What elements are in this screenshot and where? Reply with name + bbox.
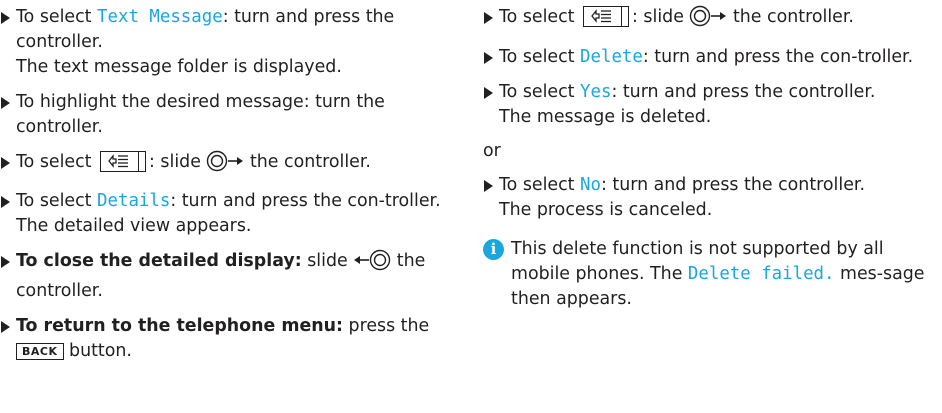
step-select-no: To select No: turn and press the control…	[483, 173, 942, 223]
step-highlight-message: To highlight the desired message: turn t…	[0, 90, 466, 140]
left-column: To select Text Message : turn and press t…	[0, 5, 466, 364]
step-text: To select	[499, 47, 581, 67]
step-result: The text message folder is displayed.	[16, 57, 342, 77]
term-delete-failed: Delete failed.	[687, 264, 835, 284]
step-select-delete: To select Delete: turn and press the con…	[483, 45, 942, 70]
menu-key-icon	[100, 151, 147, 172]
step-select-menu: To select : slide the controller.	[483, 5, 942, 35]
step-text: the controller.	[244, 152, 371, 172]
info-note: i This delete function is not supported …	[483, 237, 942, 312]
term-delete: Delete	[580, 47, 643, 67]
term-yes: Yes	[580, 82, 612, 102]
step-select-yes: To select Yes: turn and press the contro…	[483, 80, 942, 130]
step-text: : turn and press the con-troller.	[170, 191, 441, 211]
step-text: To highlight the desired message: turn t…	[16, 92, 385, 137]
step-text: : slide	[632, 7, 690, 27]
step-select-details: To select Details: turn and press the co…	[0, 189, 466, 239]
step-text: To select	[499, 82, 581, 102]
step-text: To select	[499, 175, 581, 195]
step-text: : turn and press the controller.	[611, 82, 876, 102]
step-text: button.	[63, 341, 132, 361]
term-no: No	[580, 175, 601, 195]
controller-slide-right-icon	[689, 5, 727, 35]
step-text: To select	[16, 7, 98, 27]
step-heading: To return to the telephone menu:	[16, 316, 343, 336]
step-text: To select	[16, 191, 98, 211]
step-text: To select	[16, 152, 98, 172]
step-text: press the	[343, 316, 430, 336]
step-text: : turn and press the controller.	[601, 175, 865, 195]
menu-key-icon	[583, 6, 630, 27]
step-select-menu: To select : slide the controller.	[0, 150, 466, 180]
term-text-message: Text Message	[97, 7, 223, 27]
step-text: : slide	[149, 152, 207, 172]
step-result: The process is canceled.	[499, 200, 713, 220]
step-result: The message is deleted.	[499, 107, 712, 127]
step-result: The detailed view appears.	[16, 216, 252, 236]
step-text: the controller.	[727, 7, 854, 27]
step-select-text-message: To select Text Message: turn and press t…	[0, 5, 466, 80]
controller-slide-right-icon	[206, 150, 244, 180]
step-text: : turn and press the con-troller.	[642, 47, 914, 67]
term-details: Details	[97, 191, 171, 211]
info-icon: i	[483, 239, 504, 260]
right-column: To select : slide the controller. To sel…	[483, 5, 942, 312]
step-text: slide	[301, 251, 354, 271]
step-text: To select	[499, 7, 581, 27]
or-separator: or	[483, 141, 501, 161]
step-close-detailed-display: To close the detailed display: slide the…	[0, 249, 466, 304]
step-heading: To close the detailed display:	[16, 251, 302, 271]
controller-slide-left-icon	[353, 249, 391, 279]
step-return-telephone-menu: To return to the telephone menu: press t…	[0, 314, 466, 364]
back-key-icon: BACK	[16, 343, 64, 360]
